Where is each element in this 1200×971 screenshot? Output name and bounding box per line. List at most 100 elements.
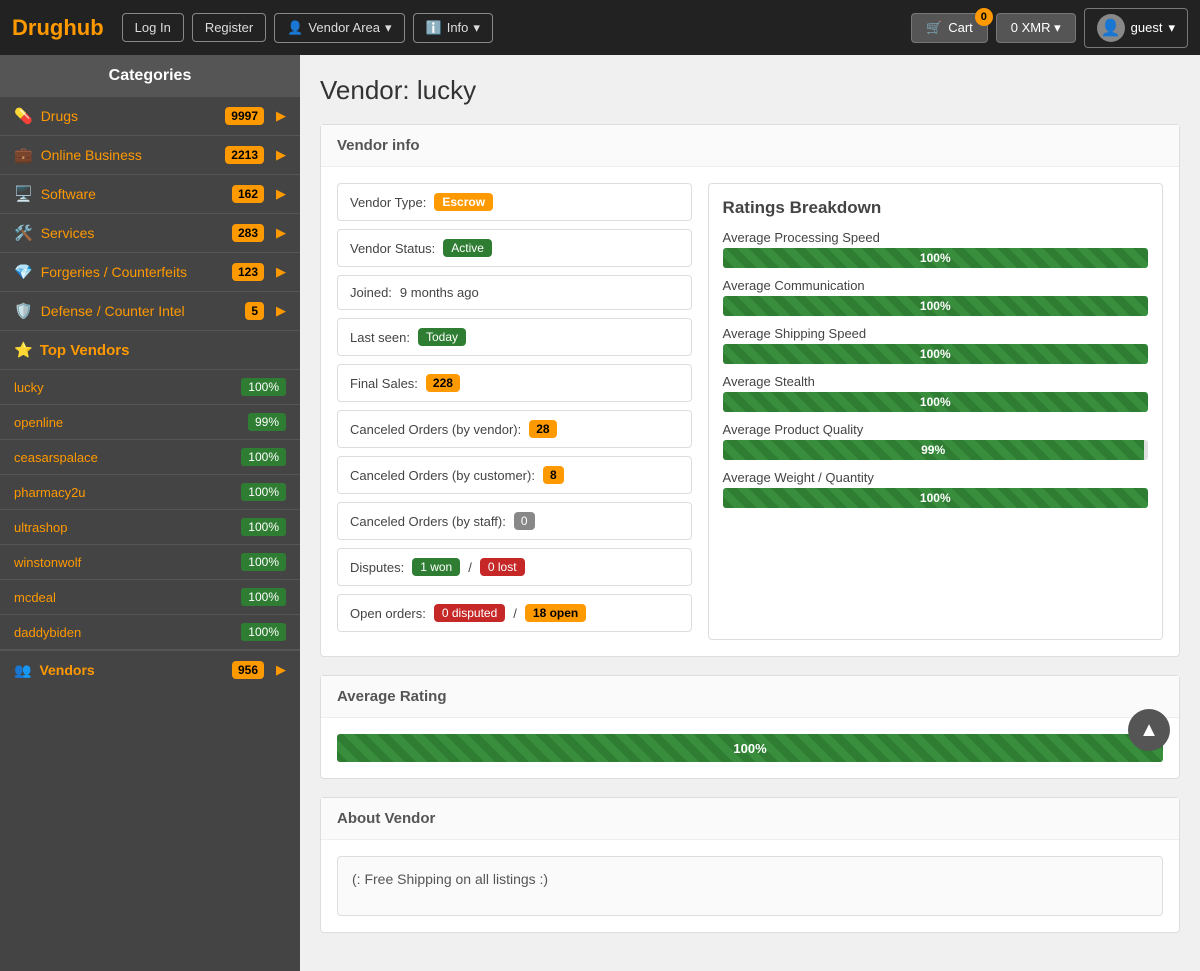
vendor-list: lucky 100% openline 99% ceasarspalace 10…	[0, 370, 300, 650]
vendor-info-grid: Vendor Type: Escrow Vendor Status: Activ…	[337, 183, 1163, 640]
business-icon: 💼	[14, 146, 33, 164]
scroll-to-top-button[interactable]: ▲	[1128, 709, 1170, 751]
guest-button[interactable]: 👤 guest ▾	[1084, 8, 1188, 48]
software-icon: 🖥️	[14, 185, 33, 203]
sidebar-item-label: Drugs	[41, 108, 218, 124]
progress-bar-bg: 100%	[723, 344, 1148, 364]
category-badge: 2213	[225, 146, 264, 164]
rating-label: Average Processing Speed	[723, 230, 1148, 245]
sidebar-item-defense[interactable]: 🛡️ Defense / Counter Intel 5 ▶	[0, 292, 300, 331]
rating-item: Average Weight / Quantity 100%	[723, 470, 1148, 508]
top-vendors-heading: ⭐ Top Vendors	[0, 331, 300, 370]
rating-label: Average Weight / Quantity	[723, 470, 1148, 485]
rating-label: Average Communication	[723, 278, 1148, 293]
canceled-staff-badge: 0	[514, 512, 535, 530]
ratings-list: Average Processing Speed 100% Average Co…	[723, 230, 1148, 508]
vendor-row[interactable]: openline 99%	[0, 405, 300, 440]
disputes-lost-badge: 0 lost	[480, 558, 525, 576]
sidebar-item-online-business[interactable]: 💼 Online Business 2213 ▶	[0, 136, 300, 175]
progress-bar-fill: 100%	[723, 344, 1148, 364]
sidebar-item-label: Defense / Counter Intel	[41, 303, 238, 319]
content-area: Vendor: lucky Vendor info Vendor Type: E…	[300, 55, 1200, 971]
login-button[interactable]: Log In	[122, 13, 184, 42]
vendor-row[interactable]: pharmacy2u 100%	[0, 475, 300, 510]
defense-icon: 🛡️	[14, 302, 33, 320]
progress-bar-bg: 99%	[723, 440, 1148, 460]
vendor-row[interactable]: lucky 100%	[0, 370, 300, 405]
chevron-right-icon: ▶	[276, 108, 286, 124]
open-open-badge: 18 open	[525, 604, 586, 622]
vendor-pct: 99%	[248, 413, 286, 431]
sidebar-item-label: Software	[41, 186, 224, 202]
vendor-last-seen-row: Last seen: Today	[337, 318, 692, 356]
disputes-won-badge: 1 won	[412, 558, 460, 576]
chevron-down-icon: ▾	[385, 20, 392, 36]
drugs-icon: 💊	[14, 107, 33, 125]
rating-item: Average Product Quality 99%	[723, 422, 1148, 460]
vendor-row[interactable]: mcdeal 100%	[0, 580, 300, 615]
sidebar-item-software[interactable]: 🖥️ Software 162 ▶	[0, 175, 300, 214]
register-button[interactable]: Register	[192, 13, 266, 42]
progress-bar-bg: 100%	[723, 248, 1148, 268]
xmr-button[interactable]: 0 XMR ▾	[996, 13, 1076, 43]
chevron-down-icon: ▾	[473, 20, 480, 36]
vendor-area-button[interactable]: 👤 Vendor Area ▾	[274, 13, 404, 43]
vendor-name: ceasarspalace	[14, 450, 241, 465]
progress-bar-fill: 99%	[723, 440, 1144, 460]
sidebar-title: Categories	[0, 55, 300, 97]
sidebar-item-drugs[interactable]: 💊 Drugs 9997 ▶	[0, 97, 300, 136]
vendor-pct: 100%	[241, 448, 286, 466]
final-sales-row: Final Sales: 228	[337, 364, 692, 402]
cart-button[interactable]: 🛒 Cart 0	[911, 13, 988, 43]
progress-bar-fill: 100%	[723, 248, 1148, 268]
category-badge: 162	[232, 185, 264, 203]
sidebar-item-services[interactable]: 🛠️ Services 283 ▶	[0, 214, 300, 253]
vendor-info-card: Vendor info Vendor Type: Escrow Vendor S…	[320, 124, 1180, 657]
ratings-breakdown-panel: Ratings Breakdown Average Processing Spe…	[708, 183, 1163, 640]
vendor-row[interactable]: winstonwolf 100%	[0, 545, 300, 580]
info-button[interactable]: ℹ️ Info ▾	[413, 13, 493, 43]
vendors-footer-label: Vendors	[39, 662, 224, 678]
chevron-right-icon: ▶	[276, 186, 286, 202]
vendor-type-row: Vendor Type: Escrow	[337, 183, 692, 221]
vendor-name: lucky	[14, 380, 241, 395]
chevron-down-icon: ▾	[1054, 20, 1061, 35]
vendor-pct: 100%	[241, 518, 286, 536]
vendor-pct: 100%	[241, 378, 286, 396]
vendor-status-badge: Active	[443, 239, 492, 257]
rating-item: Average Stealth 100%	[723, 374, 1148, 412]
vendor-pct: 100%	[241, 483, 286, 501]
star-icon: ⭐	[14, 341, 33, 359]
progress-bar-bg: 100%	[723, 392, 1148, 412]
vendors-footer[interactable]: 👥 Vendors 956 ▶	[0, 650, 300, 689]
category-badge: 283	[232, 224, 264, 242]
cart-icon: 🛒	[926, 20, 942, 36]
vendors-footer-icon: 👥	[14, 662, 31, 679]
chevron-right-icon: ▶	[276, 662, 286, 678]
about-vendor-body: (: Free Shipping on all listings :)	[321, 840, 1179, 932]
vendor-row[interactable]: ceasarspalace 100%	[0, 440, 300, 475]
vendor-info-left: Vendor Type: Escrow Vendor Status: Activ…	[337, 183, 692, 640]
disputes-row: Disputes: 1 won / 0 lost	[337, 548, 692, 586]
navbar: Drughub Log In Register 👤 Vendor Area ▾ …	[0, 0, 1200, 55]
vendor-row[interactable]: daddybiden 100%	[0, 615, 300, 650]
progress-bar-bg: 100%	[723, 296, 1148, 316]
info-icon: ℹ️	[426, 20, 442, 36]
vendor-pct: 100%	[241, 623, 286, 641]
chevron-right-icon: ▶	[276, 303, 286, 319]
progress-bar-fill: 100%	[723, 488, 1148, 508]
vendor-name: ultrashop	[14, 520, 241, 535]
chevron-right-icon: ▶	[276, 225, 286, 241]
main-layout: Categories 💊 Drugs 9997 ▶ 💼 Online Busin…	[0, 55, 1200, 971]
average-rating-header: Average Rating	[321, 676, 1179, 718]
sidebar-item-forgeries[interactable]: 💎 Forgeries / Counterfeits 123 ▶	[0, 253, 300, 292]
cart-badge: 0	[975, 8, 993, 26]
open-orders-row: Open orders: 0 disputed / 18 open	[337, 594, 692, 632]
vendor-joined-row: Joined: 9 months ago	[337, 275, 692, 310]
forgeries-icon: 💎	[14, 263, 33, 281]
brand-logo[interactable]: Drughub	[12, 15, 104, 41]
average-rating-card: Average Rating 100%	[320, 675, 1180, 779]
average-rating-body: 100%	[321, 718, 1179, 778]
services-icon: 🛠️	[14, 224, 33, 242]
vendor-row[interactable]: ultrashop 100%	[0, 510, 300, 545]
